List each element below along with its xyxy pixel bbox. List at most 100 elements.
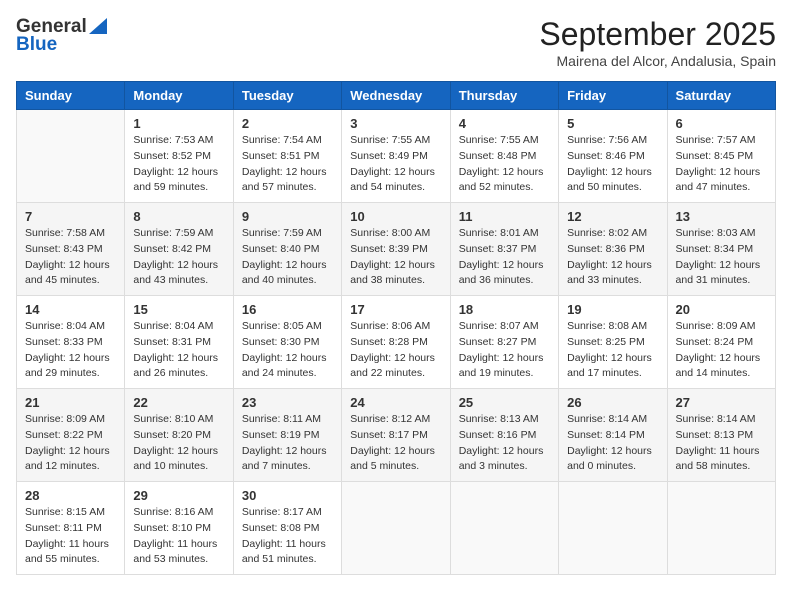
calendar-cell: 21Sunrise: 8:09 AMSunset: 8:22 PMDayligh…: [17, 389, 125, 482]
calendar-cell: 9 Sunrise: 7:59 AMSunset: 8:40 PMDaylight…: [233, 203, 341, 296]
day-number: 9: [242, 209, 333, 224]
day-number: 22: [133, 395, 224, 410]
day-info: Sunrise: 8:15 AMSunset: 8:11 PMDaylight:…: [25, 505, 116, 568]
day-info: Sunrise: 8:07 AMSunset: 8:27 PMDaylight:…: [459, 319, 550, 382]
calendar-cell: 13 Sunrise: 8:03 AMSunset: 8:34 PMDayligh…: [667, 203, 775, 296]
day-number: 23: [242, 395, 333, 410]
calendar-cell: [559, 482, 667, 575]
calendar-cell: 22Sunrise: 8:10 AMSunset: 8:20 PMDayligh…: [125, 389, 233, 482]
day-info: Sunrise: 8:09 AMSunset: 8:24 PMDaylight:…: [676, 319, 767, 382]
day-number: 18: [459, 302, 550, 317]
calendar-cell: 17Sunrise: 8:06 AMSunset: 8:28 PMDayligh…: [342, 296, 450, 389]
logo-triangle-icon: [89, 18, 107, 34]
day-number: 19: [567, 302, 658, 317]
calendar-cell: 23 Sunrise: 8:11 AMSunset: 8:19 PMDayligh…: [233, 389, 341, 482]
day-info: Sunrise: 8:00 AMSunset: 8:39 PMDaylight:…: [350, 226, 441, 289]
calendar-cell: 8 Sunrise: 7:59 AMSunset: 8:42 PMDaylight…: [125, 203, 233, 296]
day-number: 2: [242, 116, 333, 131]
calendar-cell: 11 Sunrise: 8:01 AMSunset: 8:37 PMDayligh…: [450, 203, 558, 296]
day-info: Sunrise: 8:04 AMSunset: 8:31 PMDaylight:…: [133, 319, 224, 382]
day-info: Sunrise: 8:14 AMSunset: 8:14 PMDaylight:…: [567, 412, 658, 475]
calendar-cell: 2 Sunrise: 7:54 AMSunset: 8:51 PMDaylight…: [233, 110, 341, 203]
calendar-cell: 1Sunrise: 7:53 AMSunset: 8:52 PMDaylight…: [125, 110, 233, 203]
calendar-cell: 14Sunrise: 8:04 AMSunset: 8:33 PMDayligh…: [17, 296, 125, 389]
day-number: 16: [242, 302, 333, 317]
day-number: 3: [350, 116, 441, 131]
calendar-cell: 16 Sunrise: 8:05 AMSunset: 8:30 PMDayligh…: [233, 296, 341, 389]
weekday-header-wednesday: Wednesday: [342, 82, 450, 110]
logo-blue-text: Blue: [16, 34, 57, 56]
calendar-cell: 28Sunrise: 8:15 AMSunset: 8:11 PMDayligh…: [17, 482, 125, 575]
calendar-cell: [17, 110, 125, 203]
day-info: Sunrise: 8:11 AMSunset: 8:19 PMDaylight:…: [242, 412, 333, 475]
day-number: 11: [459, 209, 550, 224]
day-info: Sunrise: 8:04 AMSunset: 8:33 PMDaylight:…: [25, 319, 116, 382]
day-number: 8: [133, 209, 224, 224]
day-info: Sunrise: 7:59 AMSunset: 8:40 PMDaylight:…: [242, 226, 333, 289]
day-number: 15: [133, 302, 224, 317]
month-title: September 2025: [539, 16, 776, 53]
day-info: Sunrise: 7:58 AMSunset: 8:43 PMDaylight:…: [25, 226, 116, 289]
calendar-header-row: SundayMondayTuesdayWednesdayThursdayFrid…: [17, 82, 776, 110]
day-info: Sunrise: 8:16 AMSunset: 8:10 PMDaylight:…: [133, 505, 224, 568]
day-number: 25: [459, 395, 550, 410]
day-info: Sunrise: 8:17 AMSunset: 8:08 PMDaylight:…: [242, 505, 333, 568]
calendar-week-row: 7Sunrise: 7:58 AMSunset: 8:43 PMDaylight…: [17, 203, 776, 296]
day-number: 21: [25, 395, 116, 410]
calendar-cell: [450, 482, 558, 575]
calendar-week-row: 21Sunrise: 8:09 AMSunset: 8:22 PMDayligh…: [17, 389, 776, 482]
weekday-header-thursday: Thursday: [450, 82, 558, 110]
day-info: Sunrise: 7:55 AMSunset: 8:49 PMDaylight:…: [350, 133, 441, 196]
calendar-cell: 7Sunrise: 7:58 AMSunset: 8:43 PMDaylight…: [17, 203, 125, 296]
calendar-cell: 24Sunrise: 8:12 AMSunset: 8:17 PMDayligh…: [342, 389, 450, 482]
calendar-cell: 26Sunrise: 8:14 AMSunset: 8:14 PMDayligh…: [559, 389, 667, 482]
day-number: 20: [676, 302, 767, 317]
day-info: Sunrise: 8:06 AMSunset: 8:28 PMDaylight:…: [350, 319, 441, 382]
calendar-cell: 10 Sunrise: 8:00 AMSunset: 8:39 PMDayligh…: [342, 203, 450, 296]
day-number: 30: [242, 488, 333, 503]
calendar-cell: 3 Sunrise: 7:55 AMSunset: 8:49 PMDaylight…: [342, 110, 450, 203]
calendar-cell: 6Sunrise: 7:57 AMSunset: 8:45 PMDaylight…: [667, 110, 775, 203]
calendar-cell: 4Sunrise: 7:55 AMSunset: 8:48 PMDaylight…: [450, 110, 558, 203]
day-info: Sunrise: 7:54 AMSunset: 8:51 PMDaylight:…: [242, 133, 333, 196]
calendar-cell: 19 Sunrise: 8:08 AMSunset: 8:25 PMDayligh…: [559, 296, 667, 389]
day-info: Sunrise: 7:56 AMSunset: 8:46 PMDaylight:…: [567, 133, 658, 196]
day-number: 10: [350, 209, 441, 224]
calendar-cell: 20 Sunrise: 8:09 AMSunset: 8:24 PMDayligh…: [667, 296, 775, 389]
calendar-week-row: 28Sunrise: 8:15 AMSunset: 8:11 PMDayligh…: [17, 482, 776, 575]
day-number: 29: [133, 488, 224, 503]
calendar-cell: 15 Sunrise: 8:04 AMSunset: 8:31 PMDayligh…: [125, 296, 233, 389]
calendar-cell: 18 Sunrise: 8:07 AMSunset: 8:27 PMDayligh…: [450, 296, 558, 389]
calendar-cell: 5 Sunrise: 7:56 AMSunset: 8:46 PMDaylight…: [559, 110, 667, 203]
calendar-week-row: 14Sunrise: 8:04 AMSunset: 8:33 PMDayligh…: [17, 296, 776, 389]
weekday-header-tuesday: Tuesday: [233, 82, 341, 110]
day-info: Sunrise: 7:55 AMSunset: 8:48 PMDaylight:…: [459, 133, 550, 196]
calendar-cell: 27 Sunrise: 8:14 AMSunset: 8:13 PMDayligh…: [667, 389, 775, 482]
day-number: 5: [567, 116, 658, 131]
weekday-header-friday: Friday: [559, 82, 667, 110]
weekday-header-monday: Monday: [125, 82, 233, 110]
calendar-cell: [667, 482, 775, 575]
location-title: Mairena del Alcor, Andalusia, Spain: [539, 53, 776, 69]
day-info: Sunrise: 8:14 AMSunset: 8:13 PMDaylight:…: [676, 412, 767, 475]
calendar-cell: 29 Sunrise: 8:16 AMSunset: 8:10 PMDayligh…: [125, 482, 233, 575]
day-info: Sunrise: 8:05 AMSunset: 8:30 PMDaylight:…: [242, 319, 333, 382]
day-info: Sunrise: 8:03 AMSunset: 8:34 PMDaylight:…: [676, 226, 767, 289]
weekday-header-saturday: Saturday: [667, 82, 775, 110]
day-info: Sunrise: 7:59 AMSunset: 8:42 PMDaylight:…: [133, 226, 224, 289]
calendar-cell: 12 Sunrise: 8:02 AMSunset: 8:36 PMDayligh…: [559, 203, 667, 296]
calendar-table: SundayMondayTuesdayWednesdayThursdayFrid…: [16, 81, 776, 575]
calendar-week-row: 1Sunrise: 7:53 AMSunset: 8:52 PMDaylight…: [17, 110, 776, 203]
day-info: Sunrise: 8:08 AMSunset: 8:25 PMDaylight:…: [567, 319, 658, 382]
day-number: 27: [676, 395, 767, 410]
day-info: Sunrise: 8:01 AMSunset: 8:37 PMDaylight:…: [459, 226, 550, 289]
weekday-header-sunday: Sunday: [17, 82, 125, 110]
day-info: Sunrise: 7:57 AMSunset: 8:45 PMDaylight:…: [676, 133, 767, 196]
day-info: Sunrise: 7:53 AMSunset: 8:52 PMDaylight:…: [133, 133, 224, 196]
calendar-cell: 30 Sunrise: 8:17 AMSunset: 8:08 PMDayligh…: [233, 482, 341, 575]
day-number: 12: [567, 209, 658, 224]
calendar-cell: [342, 482, 450, 575]
day-number: 24: [350, 395, 441, 410]
day-number: 13: [676, 209, 767, 224]
day-info: Sunrise: 8:02 AMSunset: 8:36 PMDaylight:…: [567, 226, 658, 289]
